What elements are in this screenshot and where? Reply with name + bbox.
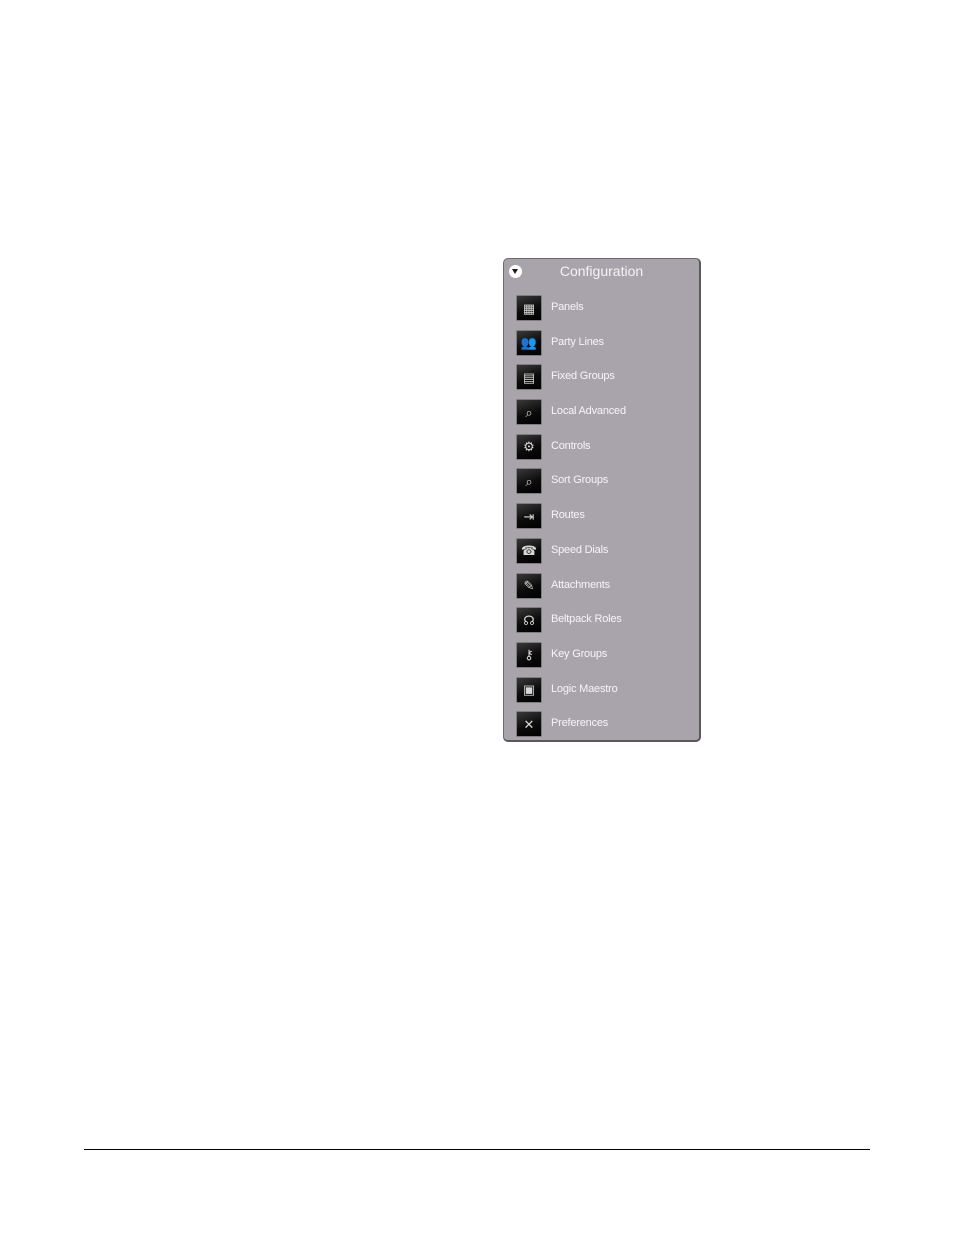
menu-item-label: Logic Maestro bbox=[551, 682, 618, 695]
speed-dials-icon: ☎ bbox=[517, 538, 541, 563]
menu-item-beltpack-roles[interactable]: ☊ Beltpack Roles bbox=[504, 605, 699, 640]
party-lines-icon: 👥 bbox=[517, 330, 541, 355]
local-advanced-icon: ⌕ bbox=[517, 400, 541, 425]
menu-item-attachments[interactable]: ✎ Attachments bbox=[504, 571, 699, 606]
controls-icon: ⚙ bbox=[517, 434, 541, 459]
menu-item-label: Fixed Groups bbox=[551, 370, 615, 383]
panels-icon: ▦ bbox=[517, 296, 541, 320]
sort-groups-icon: ⌕ bbox=[517, 469, 541, 494]
menu-item-label: Attachments bbox=[551, 578, 610, 591]
menu-item-label: Sort Groups bbox=[551, 474, 609, 487]
menu-item-label: Controls bbox=[551, 439, 591, 452]
menu-item-panels[interactable]: ▦ Panels bbox=[504, 293, 699, 328]
menu-item-label: Beltpack Roles bbox=[551, 613, 622, 626]
logic-maestro-icon: ▣ bbox=[517, 677, 541, 702]
panel-title: Configuration bbox=[504, 263, 699, 279]
menu-item-label: Preferences bbox=[551, 717, 609, 730]
routes-icon: ⇥ bbox=[517, 504, 541, 529]
panel-title-text: Configuration bbox=[559, 263, 644, 279]
beltpack-roles-icon: ☊ bbox=[517, 608, 541, 633]
footer-rule bbox=[84, 1149, 870, 1150]
menu-item-preferences[interactable]: ✕ Preferences bbox=[504, 709, 699, 744]
menu-item-speed-dials[interactable]: ☎ Speed Dials bbox=[504, 536, 699, 571]
menu-item-controls[interactable]: ⚙ Controls bbox=[504, 432, 699, 467]
fixed-groups-icon: ▤ bbox=[517, 365, 541, 390]
menu-item-label: Key Groups bbox=[551, 647, 608, 660]
menu-item-key-groups[interactable]: ⚷ Key Groups bbox=[504, 640, 699, 675]
menu-item-label: Local Advanced bbox=[551, 405, 626, 418]
key-groups-icon: ⚷ bbox=[517, 642, 541, 667]
preferences-icon: ✕ bbox=[517, 712, 541, 737]
menu-item-fixed-groups[interactable]: ▤ Fixed Groups bbox=[504, 362, 699, 397]
menu-item-label: Party Lines bbox=[551, 335, 604, 348]
menu-item-label: Routes bbox=[551, 509, 585, 522]
menu-item-logic-maestro[interactable]: ▣ Logic Maestro bbox=[504, 675, 699, 710]
configuration-panel: Configuration ▦ Panels 👥 Party Lines ▤ Fixe… bbox=[503, 258, 701, 742]
menu-item-label: Panels bbox=[551, 301, 584, 313]
menu-item-label: Speed Dials bbox=[551, 543, 609, 556]
menu-item-local-advanced[interactable]: ⌕ Local Advanced bbox=[504, 397, 699, 432]
menu-item-party-lines[interactable]: 👥 Party Lines bbox=[504, 328, 699, 363]
menu-item-routes[interactable]: ⇥ Routes bbox=[504, 501, 699, 536]
config-menu: ▦ Panels 👥 Party Lines ▤ Fixed Groups ⌕ Loca… bbox=[504, 293, 699, 744]
panel-header[interactable]: Configuration bbox=[504, 259, 699, 287]
menu-item-sort-groups[interactable]: ⌕ Sort Groups bbox=[504, 466, 699, 501]
attachments-icon: ✎ bbox=[517, 573, 541, 598]
